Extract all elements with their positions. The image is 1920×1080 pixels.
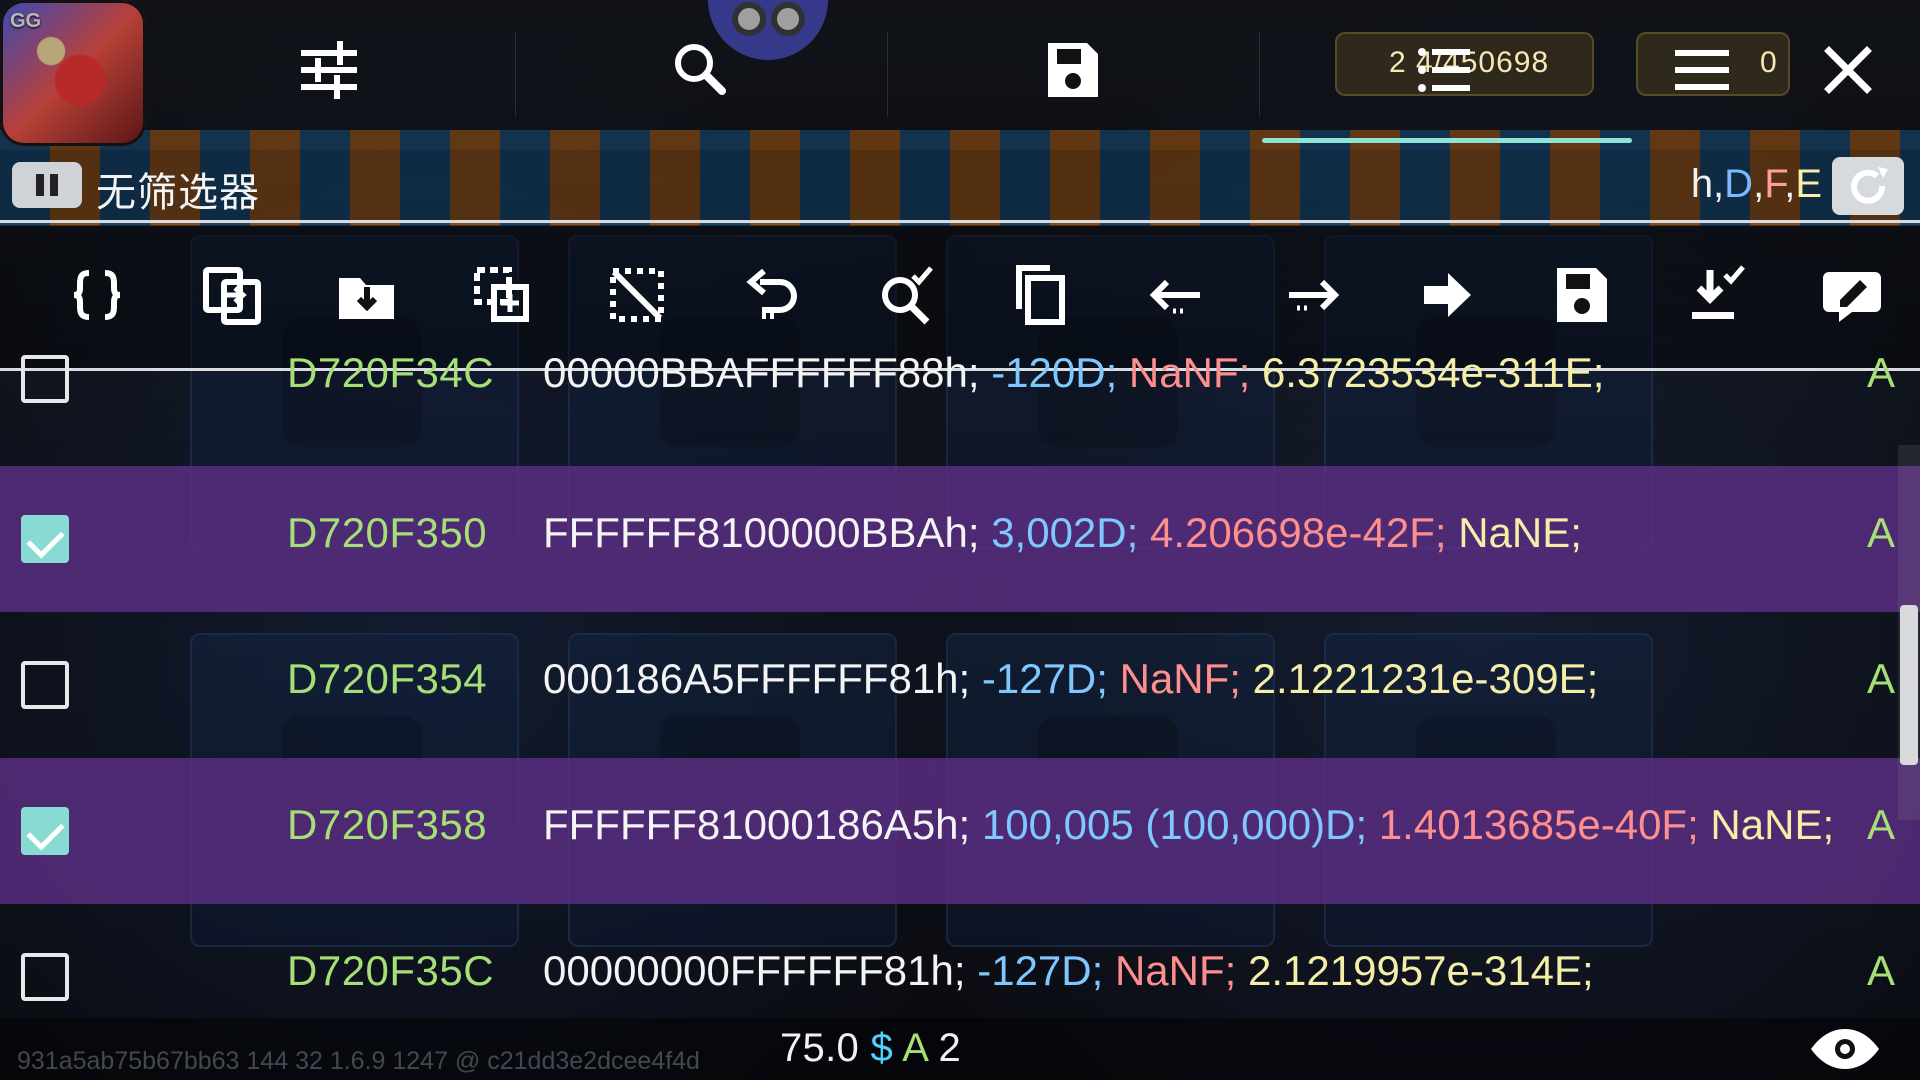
type-letter: A bbox=[1866, 947, 1895, 994]
row-checkbox-checked[interactable] bbox=[21, 515, 69, 563]
address: D720F350 bbox=[287, 509, 488, 556]
status-footer: 931a5ab75b67bb63 144 32 1.6.9 1247 @ c21… bbox=[0, 1018, 1920, 1080]
scrollbar-thumb[interactable] bbox=[1900, 605, 1918, 765]
float-value: NaNF; bbox=[1119, 655, 1241, 702]
footer-count: 2 bbox=[938, 1026, 961, 1070]
type-letter: A bbox=[1866, 655, 1895, 702]
value-line: 00000000FFFFFF81h; -127D; NaNF; 2.121995… bbox=[543, 947, 1594, 995]
pause-button[interactable] bbox=[12, 162, 82, 208]
hex-value: FFFFFF81000186A5h; bbox=[543, 801, 971, 848]
close-icon[interactable] bbox=[1813, 35, 1883, 105]
value-line: FFFFFF81000186A5h; 100,005 (100,000)D; 1… bbox=[543, 801, 1834, 849]
refresh-button[interactable] bbox=[1832, 157, 1904, 215]
list-icon[interactable] bbox=[1410, 35, 1480, 105]
selection-stats: 75.0 $ A 2 bbox=[780, 1026, 961, 1071]
checkmark-icon bbox=[26, 812, 65, 851]
double-value: NaNE; bbox=[1458, 509, 1582, 556]
double-value: 6.3723534e-311E; bbox=[1261, 349, 1605, 396]
address: D720F34C bbox=[287, 349, 495, 396]
address: D720F35C bbox=[287, 947, 495, 994]
float-value: 1.4013685e-40F; bbox=[1378, 801, 1699, 848]
dword-value: -127D; bbox=[977, 947, 1104, 994]
row-checkbox[interactable] bbox=[21, 661, 69, 709]
hex-value: FFFFFF8100000BBAh; bbox=[543, 509, 980, 556]
toolbar-separator bbox=[515, 32, 516, 116]
menu-icon[interactable] bbox=[1667, 35, 1737, 105]
dword-value: 3,002D; bbox=[991, 509, 1139, 556]
value-line: 00000BBAFFFFFF88h; -120D; NaNF; 6.372353… bbox=[543, 349, 1604, 397]
filter-bar: 无筛选器 h,D,F,E bbox=[0, 150, 1920, 220]
hex-value: 00000000FFFFFF81h; bbox=[543, 947, 966, 994]
top-toolbar: 2 4/450698 0 bbox=[0, 0, 1920, 150]
value-line: 000186A5FFFFFF81h; -127D; NaNF; 2.122123… bbox=[543, 655, 1598, 703]
dword-value: -120D; bbox=[991, 349, 1118, 396]
type-separator: , bbox=[1753, 162, 1765, 206]
toolbar-separator bbox=[887, 32, 888, 116]
dword-value: 100,005 (100,000)D; bbox=[981, 801, 1368, 848]
result-row-selected[interactable]: D720F358 FFFFFF81000186A5h; 100,005 (100… bbox=[0, 758, 1920, 904]
row-checkbox[interactable] bbox=[21, 355, 69, 403]
footer-value: 75.0 bbox=[780, 1026, 860, 1070]
results-scrollbar[interactable] bbox=[1898, 445, 1920, 820]
eye-icon[interactable] bbox=[1807, 1029, 1883, 1069]
address: D720F354 bbox=[287, 655, 488, 702]
row-checkbox-checked[interactable] bbox=[21, 807, 69, 855]
hex-value: 000186A5FFFFFF81h; bbox=[543, 655, 971, 702]
footer-type: A bbox=[902, 1026, 928, 1070]
search-icon[interactable] bbox=[666, 35, 736, 105]
type-letter: A bbox=[1866, 349, 1895, 396]
type-separator: , bbox=[1784, 162, 1796, 206]
result-row[interactable]: D720F354 000186A5FFFFFF81h; -127D; NaNF;… bbox=[0, 612, 1920, 758]
footer-currency: $ bbox=[870, 1026, 894, 1070]
float-value: 4.206698e-42F; bbox=[1149, 509, 1447, 556]
row-checkbox[interactable] bbox=[21, 953, 69, 1001]
filter-label: 无筛选器 bbox=[96, 171, 260, 215]
float-value: NaNF; bbox=[1128, 349, 1251, 396]
type-filter[interactable]: h,D,F,E bbox=[1691, 162, 1822, 207]
game-guardian-screen: GG 2 4/450698 0 无筛选器 h,D,F,E D720F34C 00… bbox=[0, 0, 1920, 1080]
dword-value: -127D; bbox=[981, 655, 1108, 702]
type-letter: A bbox=[1866, 801, 1895, 848]
sliders-icon[interactable] bbox=[295, 35, 365, 105]
type-d: D bbox=[1724, 162, 1754, 206]
type-f: F bbox=[1764, 162, 1785, 206]
build-info: 931a5ab75b67bb63 144 32 1.6.9 1247 @ c21… bbox=[17, 1047, 700, 1075]
type-letter: A bbox=[1866, 509, 1895, 556]
value-line: FFFFFF8100000BBAh; 3,002D; 4.206698e-42F… bbox=[543, 509, 1582, 557]
checkmark-icon bbox=[26, 520, 65, 559]
toolbar-separator bbox=[1259, 32, 1260, 116]
coin-value: 0 bbox=[1760, 46, 1778, 79]
float-value: NaNF; bbox=[1114, 947, 1237, 994]
hex-value: 00000BBAFFFFFF88h; bbox=[543, 349, 980, 396]
result-row[interactable]: D720F34C 00000BBAFFFFFF88h; -120D; NaNF;… bbox=[0, 306, 1920, 452]
header-divider bbox=[0, 220, 1920, 223]
results-list: D720F34C 00000BBAFFFFFF88h; -120D; NaNF;… bbox=[0, 349, 1920, 1050]
active-tab-underline bbox=[1262, 138, 1632, 143]
double-value: 2.1221231e-309E; bbox=[1252, 655, 1599, 702]
result-row-selected[interactable]: D720F350 FFFFFF8100000BBAh; 3,002D; 4.20… bbox=[0, 466, 1920, 612]
double-value: 2.1219957e-314E; bbox=[1247, 947, 1594, 994]
double-value: NaNE; bbox=[1710, 801, 1835, 848]
type-h: h, bbox=[1690, 162, 1725, 206]
save-icon[interactable] bbox=[1038, 35, 1108, 105]
address: D720F358 bbox=[287, 801, 488, 848]
type-e: E bbox=[1795, 162, 1822, 206]
